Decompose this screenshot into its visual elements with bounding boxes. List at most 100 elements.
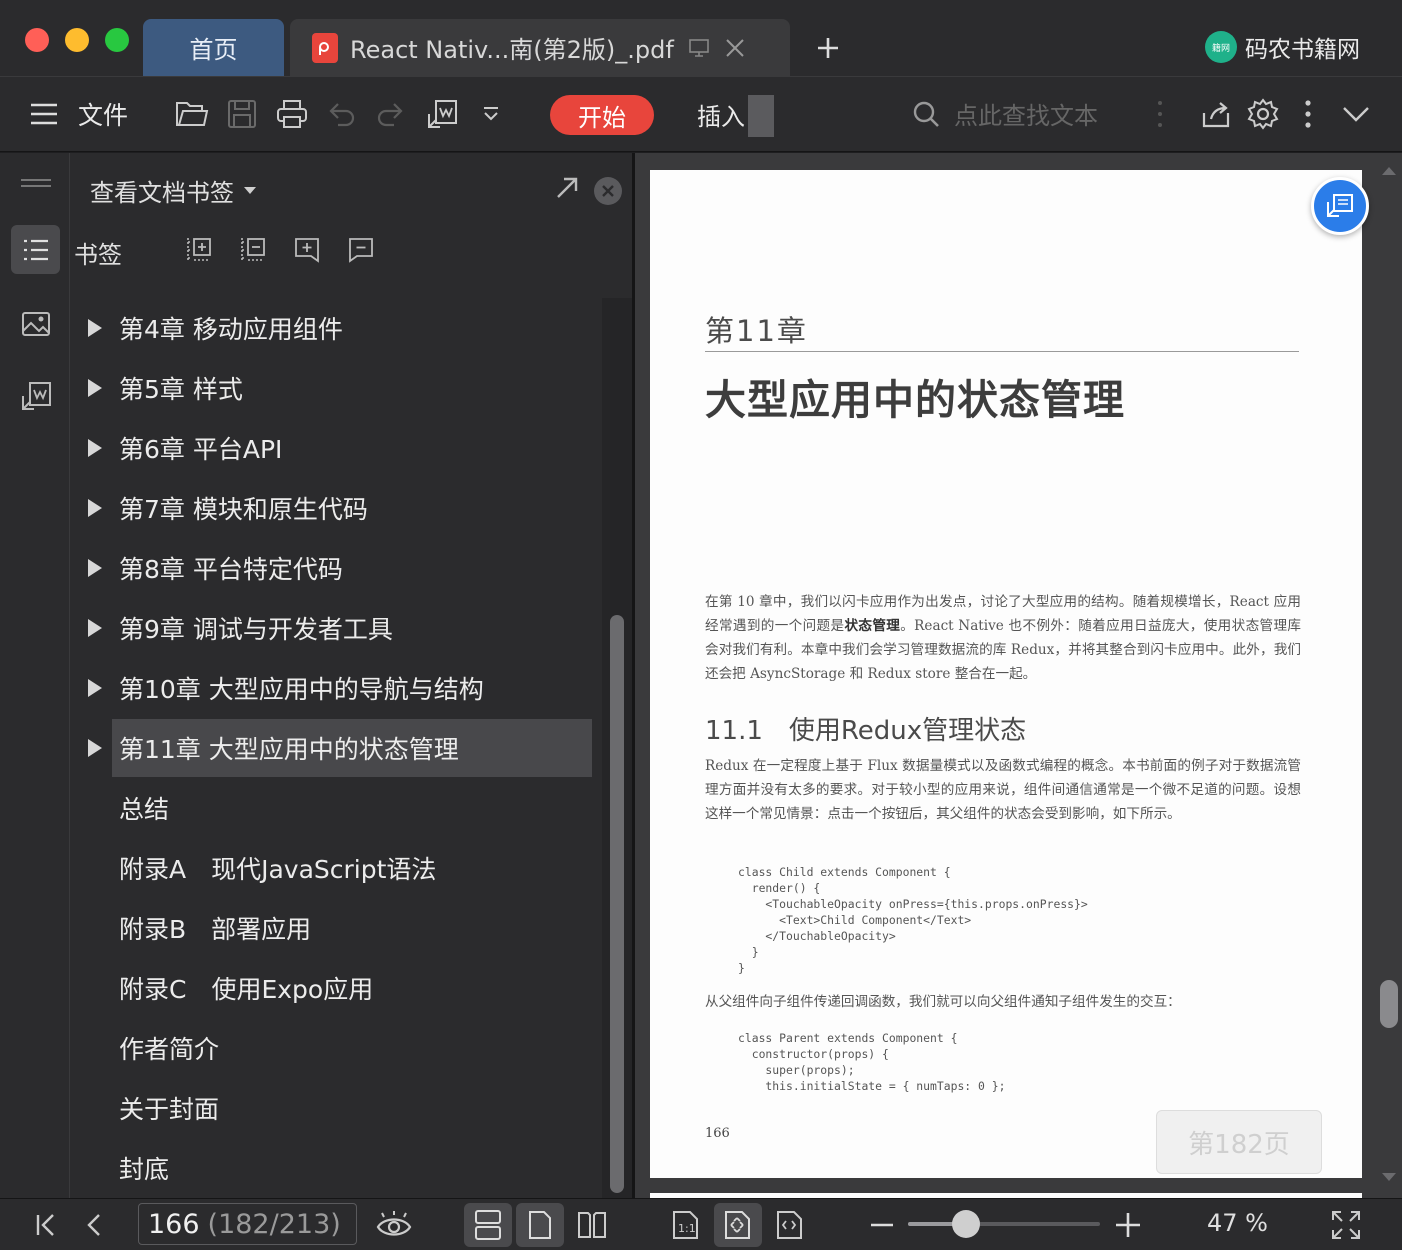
bookmark-view-label: 查看文档书签 (90, 179, 234, 207)
undo-icon[interactable] (322, 91, 362, 137)
bookmark-item[interactable]: 第9章 调试与开发者工具 (70, 598, 600, 658)
current-page: 166 (148, 1208, 200, 1240)
scroll-down-arrow-icon[interactable] (1382, 1173, 1396, 1181)
chevron-down-icon (244, 187, 256, 194)
zoom-in-icon[interactable] (1112, 1203, 1144, 1247)
zoom-slider[interactable] (908, 1210, 1100, 1238)
print-icon[interactable] (272, 91, 312, 137)
expand-arrow-icon[interactable] (88, 319, 102, 337)
expand-arrow-icon[interactable] (88, 499, 102, 517)
new-tab-button[interactable] (808, 28, 848, 68)
brand[interactable]: 籍网 码农书籍网 (1205, 30, 1360, 64)
fullscreen-icon[interactable] (1326, 1203, 1366, 1247)
single-page-icon[interactable] (516, 1203, 564, 1247)
bookmark-item[interactable]: 总结 (70, 778, 600, 838)
first-page-icon[interactable] (28, 1203, 64, 1247)
bookmark-item[interactable]: 第10章 大型应用中的导航与结构 (70, 658, 600, 718)
bookmarks-panel-icon[interactable] (11, 225, 60, 274)
bookmark-list: 第4章 移动应用组件 第5章 样式 第6章 平台API 第7章 模块和原生代码 … (70, 298, 600, 1198)
bookmark-item[interactable]: 附录C 使用Expo应用 (70, 958, 600, 1018)
page-code-block-2: class Parent extends Component { constru… (738, 1031, 1006, 1093)
document-scrollbar-thumb[interactable] (1380, 980, 1398, 1028)
thumbnails-panel-icon[interactable] (11, 299, 60, 348)
window-close-button[interactable] (25, 28, 49, 52)
fit-width-icon[interactable] (768, 1203, 812, 1247)
annotations-panel-icon[interactable] (11, 371, 60, 420)
convert-document-button[interactable] (1311, 177, 1369, 235)
save-icon[interactable] (222, 91, 262, 137)
open-folder-icon[interactable] (172, 91, 212, 137)
expand-arrow-icon[interactable] (88, 439, 102, 457)
zoom-out-icon[interactable] (866, 1203, 898, 1247)
share-icon[interactable] (1196, 91, 1236, 137)
bookmark-item[interactable]: 关于封面 (70, 1078, 600, 1138)
page-indicator-badge: 第182页 (1156, 1110, 1322, 1174)
bookmark-view-dropdown[interactable]: 查看文档书签 (90, 173, 256, 208)
title-bar: 首页 React Nativ...南(第2版)_.pdf 籍网 码农书籍网 (0, 0, 1402, 76)
zoom-slider-handle[interactable] (951, 1210, 980, 1238)
close-tab-icon[interactable] (724, 37, 746, 59)
page-number-input[interactable]: 166 (182/213) (138, 1203, 357, 1245)
page-number: 166 (705, 1126, 730, 1141)
expand-arrow-icon[interactable] (88, 679, 102, 697)
tab-document[interactable]: React Nativ...南(第2版)_.pdf (290, 19, 790, 76)
expand-arrow-icon[interactable] (88, 739, 102, 757)
page-intro-paragraph: 在第 10 章中，我们以闪卡应用作为出发点，讨论了大型应用的结构。随着规模增长，… (705, 594, 1302, 682)
bookmark-item[interactable]: 第8章 平台特定代码 (70, 538, 600, 598)
close-icon (602, 185, 614, 197)
redo-icon[interactable] (370, 91, 410, 137)
window-maximize-button[interactable] (105, 28, 129, 52)
scroll-up-arrow-icon[interactable] (1382, 167, 1396, 175)
export-icon[interactable] (422, 91, 462, 137)
popout-icon[interactable] (554, 175, 580, 205)
convert-icon (1327, 194, 1353, 217)
bookmark-item[interactable]: 第5章 样式 (70, 358, 600, 418)
bookmark-item[interactable]: 附录B 部署应用 (70, 898, 600, 958)
menu-icon[interactable] (26, 91, 62, 137)
two-page-icon[interactable] (568, 1203, 616, 1247)
file-menu[interactable]: 文件 (78, 91, 128, 137)
settings-icon[interactable] (1243, 91, 1283, 137)
bookmark-scrollbar-thumb[interactable] (610, 615, 624, 1193)
status-bar: 166 (182/213) 1:1 47 % (0, 1198, 1402, 1250)
collapse-all-icon[interactable] (236, 233, 270, 267)
bookmark-item[interactable]: 作者简介 (70, 1018, 600, 1078)
zoom-level[interactable]: 47 % (1207, 1209, 1268, 1237)
brand-logo-icon: 籍网 (1205, 31, 1237, 63)
eye-protection-icon[interactable] (372, 1203, 416, 1247)
present-icon[interactable] (688, 37, 710, 59)
page-section-heading: 11.1 使用Redux管理状态 (705, 716, 1027, 746)
dropdown-icon[interactable] (474, 91, 508, 137)
close-panel-button[interactable] (594, 177, 622, 205)
expand-all-icon[interactable] (182, 233, 216, 267)
window-minimize-button[interactable] (65, 28, 89, 52)
rail-collapse-icon[interactable] (11, 163, 60, 203)
delete-bookmark-icon[interactable] (344, 233, 378, 267)
bookmark-item[interactable]: 附录A 现代JavaScript语法 (70, 838, 600, 898)
bookmark-item-selected[interactable]: 第11章 大型应用中的状态管理 (70, 718, 600, 778)
fit-page-icon[interactable] (714, 1203, 762, 1247)
expand-arrow-icon[interactable] (88, 619, 102, 637)
previous-page-icon[interactable] (76, 1203, 112, 1247)
insert-tab-button[interactable]: 插入 (697, 97, 745, 132)
more-icon[interactable] (1296, 91, 1320, 137)
collapse-icon[interactable] (1336, 91, 1376, 137)
search-input[interactable] (954, 102, 1144, 130)
bookmark-item[interactable]: 第6章 平台API (70, 418, 600, 478)
bookmark-item[interactable]: 第7章 模块和原生代码 (70, 478, 600, 538)
bookmark-panel: 查看文档书签 书签 第4章 移动应用组件 第5章 样式 第6章 平台API 第7… (70, 153, 632, 1198)
actual-size-icon[interactable]: 1:1 (664, 1203, 708, 1247)
expand-arrow-icon[interactable] (88, 559, 102, 577)
expand-arrow-icon[interactable] (88, 379, 102, 397)
bookmark-item[interactable]: 封底 (70, 1138, 600, 1198)
tab-home[interactable]: 首页 (143, 19, 284, 76)
add-bookmark-icon[interactable] (290, 233, 324, 267)
start-tab-button[interactable]: 开始 (550, 95, 654, 135)
search-icon (912, 100, 940, 132)
tab-overflow-button[interactable] (748, 95, 774, 137)
search-box[interactable] (912, 95, 1144, 137)
bookmark-section-title: 书签 (74, 241, 122, 269)
continuous-page-icon[interactable] (464, 1203, 512, 1247)
bookmark-item[interactable]: 第4章 移动应用组件 (70, 298, 600, 358)
document-viewer[interactable]: 第11章 大型应用中的状态管理 在第 10 章中，我们以闪卡应用作为出发点，讨论… (635, 153, 1402, 1203)
